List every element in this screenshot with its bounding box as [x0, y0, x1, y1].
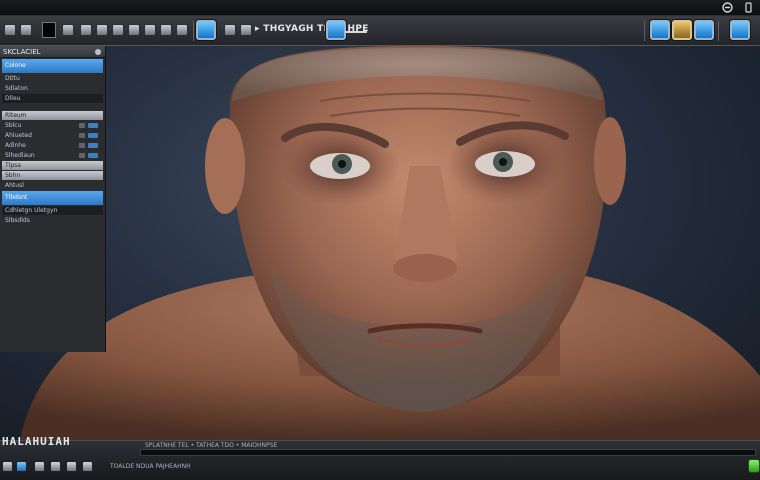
- layer-icon[interactable]: [96, 24, 108, 36]
- menu-icon[interactable]: [743, 2, 754, 13]
- rendered-character-bust: [20, 46, 760, 440]
- prev-frame-icon[interactable]: [66, 461, 77, 472]
- minimize-icon[interactable]: [722, 2, 733, 13]
- material-icon[interactable]: [672, 20, 692, 40]
- outliner-item[interactable]: Ahtusl: [2, 181, 103, 190]
- scene-outliner-panel: SKCLACIEL Colone Dtltu Sdlaton Dlleu Rlt…: [0, 46, 106, 352]
- outliner-item[interactable]: Sbhn: [2, 171, 103, 180]
- timeline-status: SPLATNHE TEL • TATHEA TDO • MAIOHNPSE: [145, 442, 278, 449]
- visibility-toggle[interactable]: [88, 153, 98, 158]
- visibility-toggle[interactable]: [88, 143, 98, 148]
- light-icon[interactable]: [160, 24, 172, 36]
- snap-icon[interactable]: [224, 24, 236, 36]
- lock-toggle[interactable]: [79, 143, 85, 148]
- toolbar-separator: [193, 21, 194, 41]
- outliner-item[interactable]: Colone: [2, 59, 103, 73]
- align-icon[interactable]: [240, 24, 252, 36]
- text-icon[interactable]: [62, 24, 74, 36]
- color-swatch-icon[interactable]: [42, 22, 56, 38]
- frame-info: TOALDE NDUA PAJHEAHNH: [110, 463, 191, 470]
- outliner-item[interactable]: Adlnhe: [2, 141, 103, 150]
- outliner-item[interactable]: Tlpsa: [2, 161, 103, 170]
- stroke-width-indicator: [345, 31, 367, 33]
- lock-toggle[interactable]: [79, 133, 85, 138]
- timeline-scrubber[interactable]: [140, 449, 756, 456]
- play-icon[interactable]: [2, 461, 13, 472]
- timeline-bar: HALAHUIAH SPLATNHE TEL • TATHEA TDO • MA…: [0, 435, 760, 480]
- next-frame-icon[interactable]: [82, 461, 93, 472]
- settings-icon[interactable]: [730, 20, 750, 40]
- toolbar-separator: [644, 21, 645, 41]
- render-icon[interactable]: [694, 20, 714, 40]
- brush-icon[interactable]: [80, 24, 92, 36]
- visibility-toggle[interactable]: [88, 123, 98, 128]
- loop-icon[interactable]: [50, 461, 61, 472]
- select-icon[interactable]: [4, 24, 16, 36]
- lock-toggle[interactable]: [79, 153, 85, 158]
- outliner-item[interactable]: Rlteum: [2, 111, 103, 120]
- key-icon[interactable]: [34, 461, 45, 472]
- outliner-item[interactable]: Sblcu: [2, 121, 103, 130]
- panel-header: SKCLACIEL: [0, 46, 105, 58]
- status-ok-icon[interactable]: [748, 459, 760, 473]
- view-icon[interactable]: [196, 20, 216, 40]
- visibility-toggle[interactable]: [88, 133, 98, 138]
- frame-icon[interactable]: [128, 24, 140, 36]
- move-icon[interactable]: [20, 24, 32, 36]
- toolbar-separator: [718, 21, 719, 41]
- viewport-icon[interactable]: [650, 20, 670, 40]
- camera-icon[interactable]: [144, 24, 156, 36]
- pen-icon[interactable]: [176, 24, 188, 36]
- outliner-item[interactable]: Ahlueted: [2, 131, 103, 140]
- outliner-item[interactable]: Slhedlaun: [2, 151, 103, 160]
- title-strip: [0, 0, 760, 16]
- main-toolbar: ▸ THGYAGH TELIDHPE: [0, 16, 760, 46]
- outliner-item[interactable]: Dtltu: [2, 74, 103, 83]
- outliner-item[interactable]: Tlbdsnt: [2, 191, 103, 205]
- 3d-viewport[interactable]: [0, 46, 760, 440]
- outliner-item[interactable]: Slbsdlds: [2, 216, 103, 225]
- outliner-item[interactable]: Cdhletgn Uletgyn: [2, 206, 103, 215]
- preview-icon[interactable]: [326, 20, 346, 40]
- record-icon[interactable]: [16, 461, 27, 472]
- panel-options-icon[interactable]: [95, 49, 101, 55]
- timeline-label: HALAHUIAH: [2, 435, 71, 448]
- panel-title: SKCLACIEL: [3, 48, 41, 56]
- outliner-item[interactable]: Dlleu: [2, 94, 103, 103]
- grid-icon[interactable]: [112, 24, 124, 36]
- lock-toggle[interactable]: [79, 123, 85, 128]
- outliner-item[interactable]: Sdlaton: [2, 84, 103, 93]
